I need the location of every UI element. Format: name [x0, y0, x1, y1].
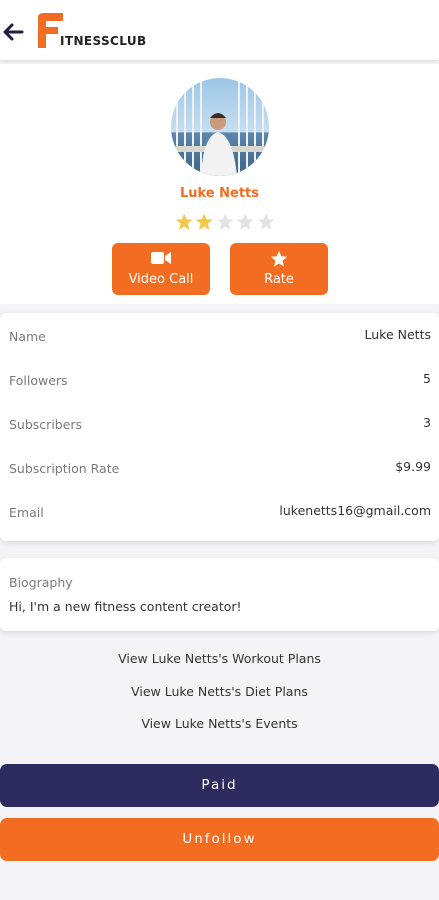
arrow-left-icon — [3, 23, 24, 41]
info-label: Followers — [9, 373, 68, 388]
info-row-subscription-rate: Subscription Rate $9.99 — [0, 453, 439, 483]
star-icon-empty — [237, 213, 254, 230]
avatar — [171, 78, 269, 176]
rating-stars — [175, 212, 275, 234]
info-value: $9.99 — [395, 459, 431, 474]
unfollow-button[interactable]: Unfollow — [0, 818, 439, 861]
info-row-email: Email lukenetts16@gmail.com — [0, 497, 439, 527]
star-icon — [270, 250, 288, 267]
info-row-name: Name Luke Netts — [0, 321, 439, 351]
workout-plans-link[interactable]: View Luke Netts's Workout Plans — [0, 651, 439, 666]
star-icon-filled — [175, 213, 193, 230]
info-value: Luke Netts — [364, 327, 431, 342]
info-label: Email — [9, 505, 44, 520]
info-label: Subscription Rate — [9, 461, 120, 476]
info-row-subscribers: Subscribers 3 — [0, 409, 439, 439]
info-value: 3 — [423, 415, 431, 430]
paid-button[interactable]: Paid — [0, 764, 439, 807]
events-link[interactable]: View Luke Netts's Events — [0, 716, 439, 731]
rate-label: Rate — [264, 272, 294, 287]
profile-info-card: Name Luke Netts Followers 5 Subscribers … — [0, 313, 439, 541]
video-call-label: Video Call — [128, 272, 194, 287]
logo-text: ITNESSCLUB — [60, 34, 147, 48]
profile-card: Luke Netts Video Call Rate — [0, 64, 439, 304]
info-label: Subscribers — [9, 417, 83, 432]
info-value: lukenetts16@gmail.com — [279, 503, 431, 518]
biography-card: Biography Hi, I'm a new fitness content … — [0, 558, 439, 631]
star-icon-empty — [216, 213, 234, 230]
diet-plans-link[interactable]: View Luke Netts's Diet Plans — [0, 684, 439, 699]
info-row-followers: Followers 5 — [0, 365, 439, 395]
rate-button[interactable]: Rate — [230, 243, 328, 295]
video-call-button[interactable]: Video Call — [112, 243, 210, 295]
back-button[interactable] — [2, 20, 24, 44]
info-label: Name — [9, 329, 46, 344]
star-icon-filled — [196, 213, 213, 230]
video-camera-icon — [151, 252, 171, 264]
biography-text: Hi, I'm a new fitness content creator! — [9, 599, 242, 614]
info-value: 5 — [423, 371, 431, 386]
star-icon-empty — [257, 213, 275, 230]
profile-name: Luke Netts — [179, 186, 260, 201]
biography-label: Biography — [9, 575, 73, 590]
app-header: ITNESSCLUB — [0, 0, 439, 60]
